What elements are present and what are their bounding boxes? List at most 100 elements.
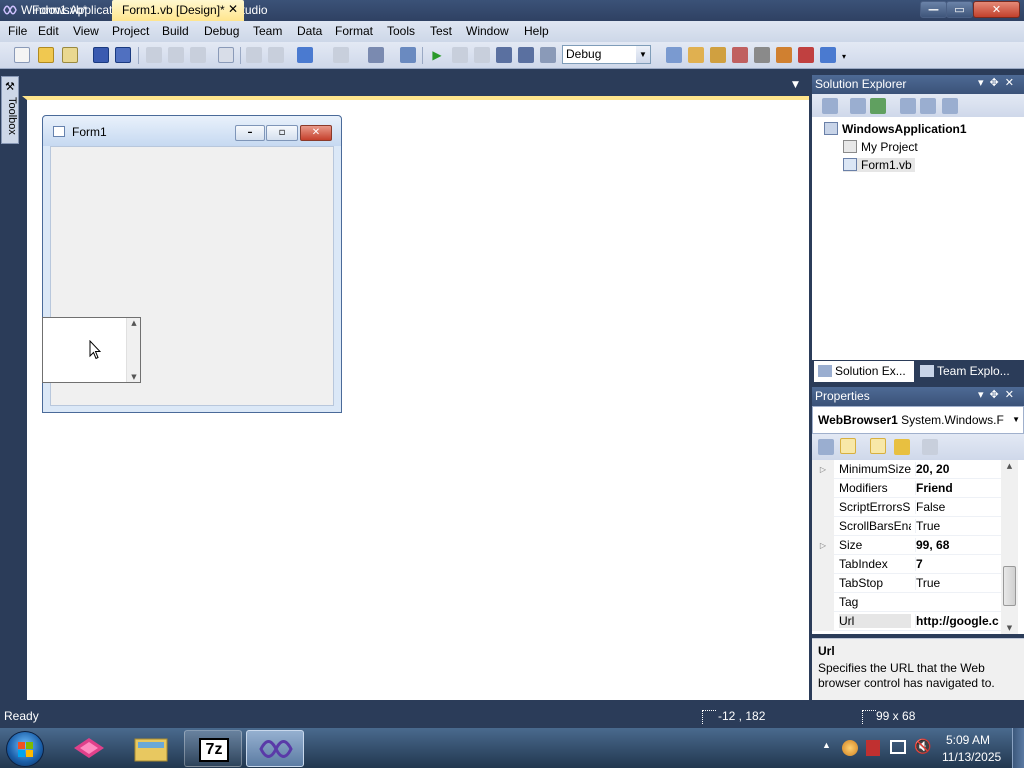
property-value[interactable]: True (915, 576, 1001, 590)
panel-buttons[interactable]: ▾✥✕ (978, 388, 1020, 401)
scroll-up-icon[interactable]: ▲ (1001, 462, 1018, 470)
property-row-url[interactable]: Url http://google.c (812, 612, 1002, 631)
menu-build[interactable]: Build (162, 24, 189, 38)
property-row-scripterrors[interactable]: ScriptErrorsSu False (812, 498, 1002, 517)
maximize-button[interactable]: ▭ (946, 1, 973, 18)
stop-icon[interactable] (474, 47, 490, 63)
property-row-minimumsize[interactable]: ▷ MinimumSize 20, 20 (812, 460, 1002, 479)
undo-icon[interactable] (297, 47, 313, 63)
volume-muted-icon[interactable]: 🔇 (914, 738, 931, 755)
taskbar-file-explorer[interactable] (122, 730, 180, 767)
close-button[interactable]: ✕ (973, 1, 1020, 18)
tree-item-form1[interactable]: Form1.vb (843, 158, 915, 172)
property-value[interactable]: Friend (915, 481, 1001, 495)
minimize-button[interactable]: — (920, 1, 947, 18)
webbrowser-scrollbar[interactable]: ▲ ▼ (126, 318, 140, 382)
property-value[interactable]: 7 (915, 557, 1001, 571)
property-row-tag[interactable]: Tag (812, 593, 1002, 612)
close-tab-icon[interactable]: ✕ (228, 2, 238, 16)
toolbox-icon[interactable] (732, 47, 748, 63)
alphabetical-icon[interactable] (840, 438, 856, 454)
start-debugging-icon[interactable]: ▶ (429, 47, 445, 63)
add-item-icon[interactable] (62, 47, 78, 63)
menu-view[interactable]: View (73, 24, 99, 38)
scroll-thumb[interactable] (1003, 566, 1016, 606)
expand-icon[interactable]: ▷ (812, 536, 834, 555)
taskbar-7zip[interactable]: 7z (184, 730, 242, 767)
refresh-icon[interactable] (870, 98, 886, 114)
extension-manager-icon[interactable] (776, 47, 792, 63)
menu-file[interactable]: File (8, 24, 27, 38)
property-row-scrollbars[interactable]: ScrollBarsEna True (812, 517, 1002, 536)
menu-test[interactable]: Test (430, 24, 452, 38)
navigate-back-icon[interactable] (368, 47, 384, 63)
step-over-icon[interactable] (518, 47, 534, 63)
start-page-icon[interactable] (754, 47, 770, 63)
step-into-icon[interactable] (496, 47, 512, 63)
show-desktop-button[interactable] (1012, 728, 1024, 768)
object-browser-icon[interactable] (710, 47, 726, 63)
panel-buttons[interactable]: ▾✥✕ (978, 76, 1020, 89)
copy-icon[interactable] (168, 47, 184, 63)
tab-team-explorer[interactable]: Team Explo... (916, 361, 1024, 382)
menu-team[interactable]: Team (253, 24, 282, 38)
network-icon[interactable] (890, 740, 906, 754)
active-files-dropdown-icon[interactable]: ▼ (792, 80, 799, 90)
property-value[interactable]: 99, 68 (915, 538, 1001, 552)
clock-time[interactable]: 5:09 AM (946, 733, 990, 747)
property-row-size[interactable]: ▷ Size 99, 68 (812, 536, 1002, 555)
view-code-icon[interactable] (900, 98, 916, 114)
menu-debug[interactable]: Debug (204, 24, 239, 38)
menu-project[interactable]: Project (112, 24, 149, 38)
menu-help[interactable]: Help (524, 24, 549, 38)
tab-form1-code[interactable]: Form1.vb* (22, 0, 100, 21)
solution-node[interactable]: WindowsApplication1 (824, 122, 967, 136)
property-pages-icon[interactable] (922, 439, 938, 455)
taskbar-visual-studio[interactable] (246, 730, 304, 767)
step-out-icon[interactable] (540, 47, 556, 63)
redo-icon[interactable] (333, 47, 349, 63)
menu-data[interactable]: Data (297, 24, 322, 38)
new-project-icon[interactable] (14, 47, 30, 63)
property-row-tabindex[interactable]: TabIndex 7 (812, 555, 1002, 574)
open-file-icon[interactable] (38, 47, 54, 63)
paste-icon[interactable] (190, 47, 206, 63)
menu-edit[interactable]: Edit (38, 24, 59, 38)
scroll-up-icon[interactable]: ▲ (127, 319, 141, 327)
show-all-files-icon[interactable] (850, 98, 866, 114)
view-class-diagram-icon[interactable] (942, 98, 958, 114)
solution-configuration-dropdown[interactable]: Debug ▼ (562, 45, 651, 64)
pause-icon[interactable] (452, 47, 468, 63)
tree-item-my-project[interactable]: My Project (843, 140, 918, 154)
property-value[interactable]: False (915, 500, 1001, 514)
notification-icon[interactable] (842, 740, 858, 756)
menu-window[interactable]: Window (466, 24, 509, 38)
solution-explorer-icon[interactable] (666, 47, 682, 63)
property-row-modifiers[interactable]: Modifiers Friend (812, 479, 1002, 498)
tab-form1-design[interactable]: Form1.vb [Design]* ✕ (112, 0, 244, 21)
comment-icon[interactable] (246, 47, 262, 63)
menu-format[interactable]: Format (335, 24, 373, 38)
scroll-down-icon[interactable]: ▼ (127, 373, 141, 381)
property-row-tabstop[interactable]: TabStop True (812, 574, 1002, 593)
scroll-down-icon[interactable]: ▼ (1001, 624, 1018, 632)
action-center-icon[interactable] (866, 740, 880, 756)
properties-window-icon[interactable] (688, 47, 704, 63)
properties-view-icon[interactable] (870, 438, 886, 454)
properties-icon[interactable] (822, 98, 838, 114)
clock-date[interactable]: 11/13/2025 (942, 750, 1001, 764)
property-value[interactable]: http://google.c (915, 614, 1001, 628)
command-window-icon[interactable] (820, 47, 836, 63)
toolbox-tab[interactable]: ⚒ Toolbox (1, 76, 19, 144)
start-button[interactable] (6, 731, 44, 767)
save-icon[interactable] (93, 47, 109, 63)
uncomment-icon[interactable] (268, 47, 284, 63)
view-designer-icon[interactable] (920, 98, 936, 114)
property-grid-scrollbar[interactable]: ▲ ▼ (1001, 460, 1018, 634)
find-icon[interactable] (218, 47, 234, 63)
navigate-forward-icon[interactable] (400, 47, 416, 63)
property-value[interactable]: True (915, 519, 1001, 533)
taskbar-app-pink[interactable] (60, 730, 118, 767)
menu-tools[interactable]: Tools (387, 24, 415, 38)
tab-solution-explorer[interactable]: Solution Ex... (814, 361, 914, 382)
